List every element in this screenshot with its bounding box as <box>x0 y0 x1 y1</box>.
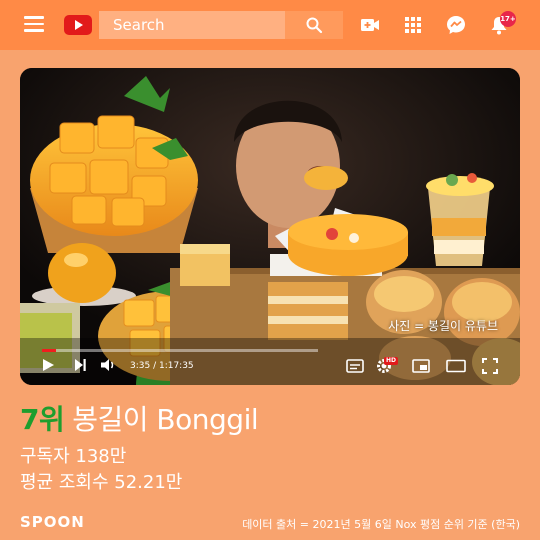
video-frame-image <box>20 68 520 385</box>
next-icon[interactable] <box>72 357 88 373</box>
miniplayer-icon[interactable] <box>412 359 430 373</box>
video-progress-bar[interactable] <box>42 349 318 352</box>
search-input[interactable]: Search <box>99 11 285 39</box>
video-player[interactable]: 사진 = 봉길이 유튜브 3:35 / 1:17:35 HD <box>20 68 520 385</box>
youtube-logo[interactable] <box>64 15 92 35</box>
channel-rank-line: 7위 봉길이 Bonggil <box>20 398 259 438</box>
data-source-note: 데이터 출처 = 2021년 5월 6일 Nox 평점 순위 기준 (한국) <box>242 518 520 531</box>
search-button[interactable] <box>285 11 343 39</box>
subtitles-icon[interactable] <box>346 359 364 373</box>
subscriber-count: 구독자 138만 <box>20 446 127 467</box>
play-icon[interactable] <box>40 357 56 373</box>
youtube-topbar: Search 17+ <box>0 0 540 50</box>
channel-rank: 7위 <box>20 403 65 436</box>
apps-grid-icon[interactable] <box>402 14 424 36</box>
theater-mode-icon[interactable] <box>446 359 466 373</box>
fullscreen-icon[interactable] <box>482 358 498 374</box>
video-time-display: 3:35 / 1:17:35 <box>130 361 194 371</box>
average-view-count: 평균 조회수 52.21만 <box>20 472 183 493</box>
hamburger-menu-icon[interactable] <box>24 16 44 32</box>
volume-icon[interactable] <box>100 357 118 373</box>
search-icon <box>306 17 323 34</box>
hd-badge: HD <box>384 357 399 365</box>
spoon-logo: SPOON <box>20 513 85 531</box>
create-video-icon[interactable] <box>359 14 381 36</box>
messages-icon[interactable] <box>445 14 467 36</box>
notification-count-badge: 17+ <box>500 11 516 27</box>
video-progress-fill <box>42 349 56 352</box>
channel-name: 봉길이 Bonggil <box>72 403 259 436</box>
photo-credit-caption: 사진 = 봉길이 유튜브 <box>388 319 498 333</box>
